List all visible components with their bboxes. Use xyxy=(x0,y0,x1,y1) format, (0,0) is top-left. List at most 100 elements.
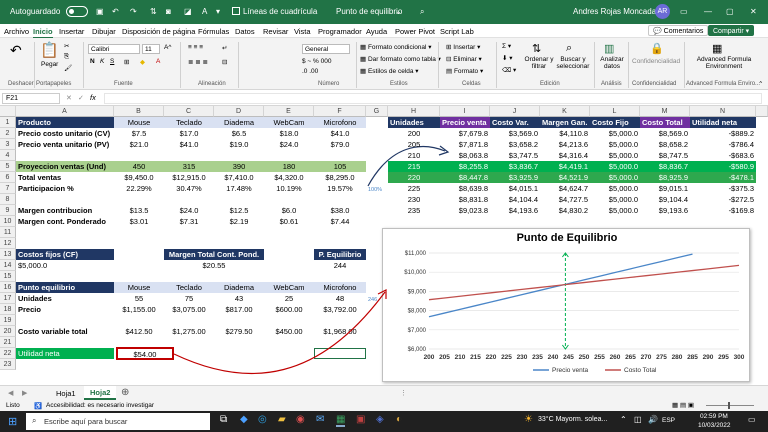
underline-icon[interactable]: S xyxy=(110,58,114,65)
analyze-data-button[interactable]: Analizar datos xyxy=(598,56,626,70)
menu-dibujar[interactable]: Dibujar xyxy=(92,27,116,36)
row-header[interactable]: 10 xyxy=(0,216,16,227)
find-select-button[interactable]: Buscar y seleccionar xyxy=(553,56,593,70)
cell-styles-button[interactable]: ▦ Estilos de celda ▾ xyxy=(360,67,419,75)
sort-icon[interactable]: ⇅ xyxy=(150,7,157,16)
mail-icon[interactable]: ✉ xyxy=(316,414,324,425)
cell[interactable]: 180 xyxy=(264,161,314,172)
autosave-toggle[interactable] xyxy=(66,6,88,17)
col-header-n[interactable]: N xyxy=(690,106,756,117)
fill-color-icon[interactable]: ◆ xyxy=(140,58,145,66)
row-header[interactable]: 13 xyxy=(0,249,16,260)
cell[interactable]: 315 xyxy=(164,161,214,172)
col-header-h[interactable]: H xyxy=(388,106,440,117)
taskbar-search[interactable]: ⌕ Escribe aquí para buscar xyxy=(26,413,210,430)
menu-vista[interactable]: Vista xyxy=(294,27,311,36)
cell-header[interactable]: Mouse xyxy=(114,117,164,128)
col-header-f[interactable]: F xyxy=(314,106,366,117)
table-cell[interactable]: $8,747.5 xyxy=(640,150,690,161)
table-cell[interactable]: $8,658.2 xyxy=(640,139,690,150)
undo-icon[interactable]: ↶ xyxy=(112,7,119,16)
format-cells-button[interactable]: ▤ Formato ▾ xyxy=(446,67,483,75)
cell[interactable]: $7,410.0 xyxy=(214,172,264,183)
align-left-icon[interactable]: ≣ ≣ ≣ xyxy=(188,58,208,66)
cell[interactable]: 17.48% xyxy=(214,183,264,194)
cell-header-precio-venta[interactable]: Precio venta xyxy=(440,117,490,128)
accessibility-status[interactable]: Accesibilidad: es necesario investigar xyxy=(46,402,154,409)
col-header-j[interactable]: J xyxy=(490,106,540,117)
tray-chevron-icon[interactable]: ⌃ xyxy=(620,415,627,424)
number-format-select[interactable]: General xyxy=(302,44,350,54)
cell[interactable]: 22.29% xyxy=(114,183,164,194)
menu-programador[interactable]: Programador xyxy=(318,27,362,36)
cell[interactable]: $8,295.0 xyxy=(314,172,366,183)
cell[interactable]: $600.00 xyxy=(264,304,314,315)
col-header-a[interactable]: A xyxy=(16,106,114,117)
formula-input[interactable] xyxy=(104,93,762,104)
cell[interactable]: $41.0 xyxy=(314,128,366,139)
cell-header-p-equilibrio[interactable]: P. Equilibrio xyxy=(314,249,366,260)
table-cell[interactable]: -$272.5 xyxy=(690,194,756,205)
font-color-icon[interactable]: A xyxy=(156,58,160,65)
menu-revisar[interactable]: Revisar xyxy=(263,27,288,36)
col-header-m[interactable]: M xyxy=(640,106,690,117)
cell[interactable]: $12.5 xyxy=(214,205,264,216)
row-header[interactable]: 16 xyxy=(0,282,16,293)
table-cell[interactable]: $8,063.8 xyxy=(440,150,490,161)
cell[interactable]: $41.0 xyxy=(164,139,214,150)
row-header[interactable]: 19 xyxy=(0,315,16,326)
enter-icon[interactable]: ✓ xyxy=(78,94,84,102)
table-cell[interactable]: $9,104.4 xyxy=(640,194,690,205)
format-painter-icon[interactable]: 🖌 xyxy=(64,64,72,72)
wrap-text-icon[interactable]: ↵ xyxy=(222,44,227,52)
cell-header-punto[interactable]: Punto equilibrio xyxy=(16,282,114,293)
cell-header[interactable]: WebCam xyxy=(264,282,314,293)
ribbon-display-icon[interactable]: ▭ xyxy=(680,7,688,16)
cell[interactable]: 19.57% xyxy=(314,183,366,194)
table-cell[interactable]: $4,110.8 xyxy=(540,128,590,139)
col-header-d[interactable]: D xyxy=(214,106,264,117)
table-cell[interactable]: 205 xyxy=(388,139,440,150)
cell[interactable]: $12,915.0 xyxy=(164,172,214,183)
menu-formulas[interactable]: Fórmulas xyxy=(198,27,229,36)
table-cell[interactable]: $4,624.7 xyxy=(540,183,590,194)
cell[interactable]: 55 xyxy=(114,293,164,304)
chrome-icon[interactable]: ◉ xyxy=(296,414,305,425)
menu-datos[interactable]: Datos xyxy=(235,27,255,36)
table-cell[interactable]: 235 xyxy=(388,205,440,216)
cell-header-costo-var[interactable]: Costo Var. xyxy=(490,117,540,128)
col-header-e[interactable]: E xyxy=(264,106,314,117)
align-top-icon[interactable]: ≡ ≡ ≡ xyxy=(188,44,203,51)
table-cell[interactable]: $7,871.8 xyxy=(440,139,490,150)
cell[interactable]: $1,155.00 xyxy=(114,304,164,315)
cell[interactable]: $3,075.00 xyxy=(164,304,214,315)
table-cell[interactable]: $5,000.0 xyxy=(590,205,640,216)
search-icon[interactable]: ⌕ xyxy=(420,7,424,17)
avatar[interactable]: AR xyxy=(655,4,670,19)
save-icon[interactable]: ▣ xyxy=(96,7,104,16)
decimal-icon[interactable]: .0 .00 xyxy=(302,68,318,75)
file-name[interactable]: Punto de equilibrio xyxy=(336,7,402,16)
menu-insertar[interactable]: Insertar xyxy=(59,27,84,36)
row-header[interactable]: 4 xyxy=(0,150,16,161)
cell-utilidad-value[interactable]: $54.00 xyxy=(116,347,174,360)
sort-filter-icon[interactable]: ⇅ xyxy=(532,42,541,55)
table-cell[interactable]: $4,419.1 xyxy=(540,161,590,172)
cell[interactable]: 30.47% xyxy=(164,183,214,194)
font-name-select[interactable]: Calibri xyxy=(88,44,140,54)
name-box[interactable]: F21 xyxy=(2,93,60,104)
cell-header[interactable]: WebCam xyxy=(264,117,314,128)
cell[interactable]: $817.00 xyxy=(214,304,264,315)
cell[interactable]: 25 xyxy=(264,293,314,304)
cell-header[interactable]: Diadema xyxy=(214,282,264,293)
windows-start-icon[interactable]: ⊞ xyxy=(8,415,17,428)
fill-icon[interactable]: ⬇ ▾ xyxy=(502,54,513,62)
normal-view-icon[interactable]: ▦ ▤ ▣ xyxy=(672,401,694,409)
table-cell[interactable]: 210 xyxy=(388,150,440,161)
cell-header[interactable]: Teclado xyxy=(164,282,214,293)
col-header-g[interactable]: G xyxy=(366,106,388,117)
col-header-k[interactable]: K xyxy=(540,106,590,117)
table-cell[interactable]: 225 xyxy=(388,183,440,194)
chevron-down-icon[interactable]: ⌄ xyxy=(395,7,402,16)
col-header-l[interactable]: L xyxy=(590,106,640,117)
